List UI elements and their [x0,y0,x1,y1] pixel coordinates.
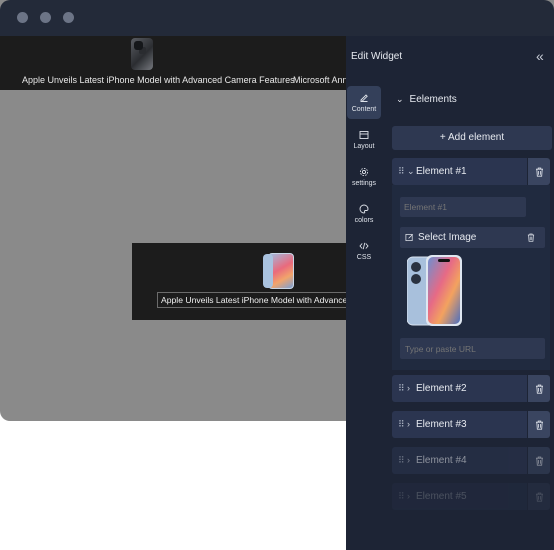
layout-icon [359,130,369,139]
tab-colors[interactable]: colors [347,197,381,230]
element-row-5[interactable]: ⠿ › Element #5 [392,483,527,510]
ticker-item[interactable]: Microsoft Anno [290,36,354,90]
image-url-input[interactable] [400,338,545,359]
tab-css-label: CSS [356,253,372,261]
chevron-down-icon: ⌄ [407,166,415,176]
tab-colors-label: colors [354,216,374,224]
chevron-right-icon: › [407,419,410,429]
tab-content-label: Content [351,105,377,113]
gear-icon [359,167,369,176]
select-image-button[interactable]: Select Image [400,227,545,248]
add-element-button[interactable]: + Add element [392,126,552,150]
element-label: Element #1 [416,166,467,177]
drag-handle-icon[interactable]: ⠿ [398,375,404,402]
preview-caption: Apple Unveils Latest iPhone Model with A… [157,292,352,308]
edit-widget-panel: Edit Widget « Content Layout settings co… [346,36,554,550]
widget-preview[interactable]: Apple Unveils Latest iPhone Model with A… [132,243,352,320]
drag-handle-icon[interactable]: ⠿ [398,447,404,474]
collapse-panel-icon[interactable]: « [536,48,544,64]
drag-handle-icon[interactable]: ⠿ [398,483,404,510]
element-row-2[interactable]: ⠿ › Element #2 [392,375,527,402]
chevron-right-icon: › [407,383,410,393]
delete-element-button[interactable] [528,411,550,438]
trash-icon [535,420,543,430]
chevron-down-icon: ⌄ [396,94,404,104]
ticker-title: Microsoft Anno [293,75,353,85]
element-row-4[interactable]: ⠿ › Element #4 [392,447,527,474]
palette-icon [359,204,369,213]
chevron-right-icon: › [407,491,410,501]
element-row-3[interactable]: ⠿ › Element #3 [392,411,527,438]
element-row-1[interactable]: ⠿ ⌄ Element #1 [392,158,527,185]
delete-element-button[interactable] [528,375,550,402]
panel-title: Edit Widget [351,51,403,62]
trash-icon [535,456,543,466]
delete-element-button[interactable] [528,447,550,474]
element-1-editor: Select Image [392,185,550,370]
delete-element-button[interactable] [528,483,550,510]
tab-css[interactable]: CSS [347,234,381,267]
element-label: Element #2 [416,383,467,394]
element-name-input[interactable] [400,197,526,217]
element-label: Element #3 [416,419,467,430]
element-label: Element #4 [416,455,467,466]
trash-icon [535,167,543,177]
edit-icon [405,233,413,242]
elements-section-title: Eelements [409,94,457,105]
selected-image-thumbnail [407,255,462,326]
window-maximize-dot[interactable] [63,12,74,23]
select-image-label: Select Image [418,232,477,243]
window-minimize-dot[interactable] [40,12,51,23]
tab-settings-label: settings [351,179,377,187]
trash-icon [535,384,543,394]
ticker-item[interactable]: Apple Unveils Latest iPhone Model with A… [0,36,295,90]
code-icon [359,242,369,249]
trash-icon [535,492,543,502]
chevron-right-icon: › [407,455,410,465]
drag-handle-icon[interactable]: ⠿ [398,158,404,185]
tab-content[interactable]: Content [347,86,381,119]
trash-icon[interactable] [527,233,535,242]
delete-element-button[interactable] [528,158,550,185]
elements-section-header[interactable]: ⌄ Eelements [396,94,457,105]
edit-icon [360,93,368,102]
tab-layout-label: Layout [353,142,375,150]
drag-handle-icon[interactable]: ⠿ [398,411,404,438]
tab-layout[interactable]: Layout [347,123,381,156]
window-titlebar [0,0,554,36]
tab-settings[interactable]: settings [347,160,381,193]
window-close-dot[interactable] [17,12,28,23]
ticker-title: Apple Unveils Latest iPhone Model with A… [22,75,295,85]
element-label: Element #5 [416,491,467,502]
preview-phone-image [263,253,294,289]
ticker-thumbnail [131,38,153,70]
